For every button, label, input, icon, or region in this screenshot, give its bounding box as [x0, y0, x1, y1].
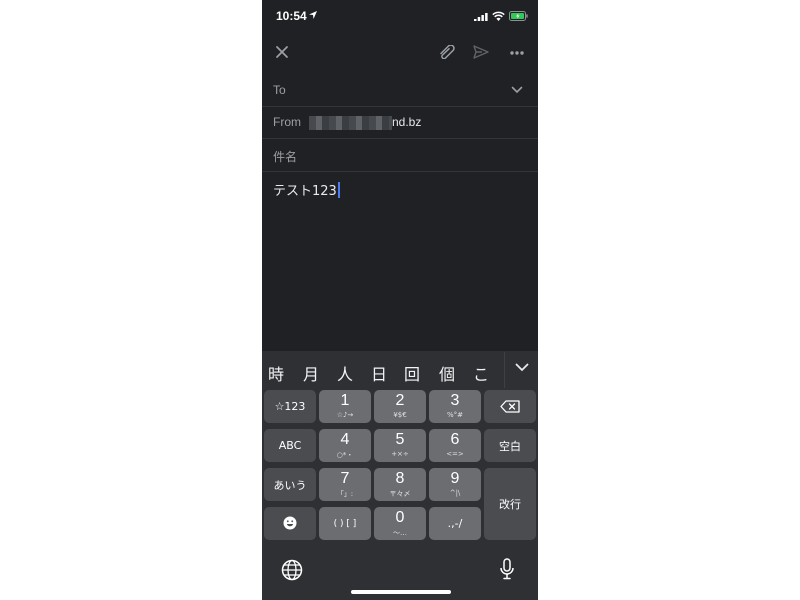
subject-field[interactable]: 件名 — [262, 139, 538, 172]
text-caret — [337, 182, 340, 198]
key-sub-chars: 〜… — [393, 529, 407, 537]
key-main-char: 2 — [395, 392, 405, 409]
phone-screen: 10:54 To From nd.bz 件名 テスト123 時 月 人 日 回 … — [262, 0, 538, 600]
kana-mode-key[interactable]: あいう — [264, 468, 316, 501]
key-main-char: 9 — [450, 470, 460, 487]
status-time: 10:54 — [276, 9, 307, 23]
key-label: あいう — [273, 478, 307, 492]
cellular-signal-icon — [474, 13, 488, 21]
close-icon[interactable] — [274, 44, 290, 60]
candidate-word[interactable]: こ — [473, 361, 489, 385]
candidate-word[interactable]: 回 — [404, 361, 420, 385]
key-label: ☆123 — [274, 400, 306, 413]
space-key[interactable]: 空白 — [484, 429, 536, 462]
kanji-candidate-bar: 時 月 人 日 回 個 こ — [262, 351, 538, 389]
more-options-icon[interactable] — [509, 50, 525, 56]
wifi-icon — [492, 11, 505, 21]
key-main-char: 7 — [340, 470, 350, 487]
key-sub-chars: ^|\ — [449, 489, 461, 497]
key-sub-chars: ☆♪→ — [336, 411, 354, 419]
candidate-word[interactable]: 月 — [303, 361, 319, 385]
key-label: 改行 — [499, 498, 521, 511]
key-sub-chars: ○*・ — [336, 451, 354, 459]
brackets-key[interactable]: ( ) [ ] — [319, 507, 371, 540]
candidate-word[interactable]: 個 — [439, 361, 455, 385]
japanese-keyboard: ☆123 1 ☆♪→ 2 ¥$€ 3 %°# ABC 4 ○*・ 5 +×÷ 6… — [262, 389, 538, 600]
key-2[interactable]: 2 ¥$€ — [374, 390, 426, 423]
key-label: ( ) [ ] — [333, 518, 357, 529]
key-7[interactable]: 7 「」: — [319, 468, 371, 501]
key-label: 空白 — [499, 439, 521, 453]
microphone-icon[interactable] — [500, 558, 514, 580]
expand-candidates-chevron-icon[interactable] — [515, 363, 529, 372]
punctuation-key[interactable]: .,-/ — [429, 507, 481, 540]
chevron-down-icon[interactable] — [511, 86, 523, 94]
emoji-smiley-icon — [283, 516, 297, 530]
location-arrow-icon — [309, 11, 317, 19]
from-email-suffix: nd.bz — [392, 115, 422, 129]
key-6[interactable]: 6 <=> — [429, 429, 481, 462]
symbols-mode-key[interactable]: ☆123 — [264, 390, 316, 423]
key-8[interactable]: 8 〒々〆 — [374, 468, 426, 501]
key-label: ABC — [278, 439, 302, 452]
to-field[interactable]: To — [262, 74, 538, 107]
send-icon[interactable] — [473, 45, 489, 59]
key-label: .,-/ — [447, 517, 463, 530]
message-body[interactable]: テスト123 — [273, 180, 340, 199]
key-main-char: 6 — [450, 431, 460, 448]
key-main-char: 4 — [340, 431, 350, 448]
emoji-key[interactable] — [264, 507, 316, 540]
candidate-word[interactable]: 時 — [268, 361, 284, 385]
from-field[interactable]: From nd.bz — [262, 106, 538, 139]
backspace-key[interactable] — [484, 390, 536, 423]
globe-icon[interactable] — [281, 559, 303, 581]
key-main-char: 1 — [340, 392, 350, 409]
key-main-char: 0 — [395, 509, 405, 526]
key-sub-chars: +×÷ — [391, 450, 409, 458]
key-9[interactable]: 9 ^|\ — [429, 468, 481, 501]
key-0[interactable]: 0 〜… — [374, 507, 426, 540]
key-main-char: 8 — [395, 470, 405, 487]
key-sub-chars: 「」: — [336, 490, 354, 498]
message-body-text: テスト123 — [273, 184, 337, 199]
key-sub-chars: ¥$€ — [393, 411, 407, 419]
battery-charging-icon — [509, 11, 528, 21]
candidate-word[interactable]: 日 — [371, 361, 387, 385]
candidate-word[interactable]: 人 — [337, 361, 353, 385]
status-bar: 10:54 — [262, 0, 538, 34]
backspace-icon — [500, 400, 520, 413]
key-3[interactable]: 3 %°# — [429, 390, 481, 423]
redacted-email-blur — [309, 116, 392, 130]
attachment-paperclip-icon[interactable] — [438, 45, 456, 59]
to-label: To — [273, 83, 286, 97]
return-key[interactable]: 改行 — [484, 468, 536, 540]
key-sub-chars: <=> — [446, 450, 464, 458]
key-4[interactable]: 4 ○*・ — [319, 429, 371, 462]
key-5[interactable]: 5 +×÷ — [374, 429, 426, 462]
key-1[interactable]: 1 ☆♪→ — [319, 390, 371, 423]
key-sub-chars: %°# — [446, 411, 464, 419]
key-main-char: 3 — [450, 392, 460, 409]
subject-placeholder: 件名 — [273, 150, 298, 164]
from-label: From — [273, 115, 301, 129]
key-sub-chars: 〒々〆 — [389, 490, 411, 498]
home-indicator[interactable] — [351, 590, 451, 594]
abc-mode-key[interactable]: ABC — [264, 429, 316, 462]
key-main-char: 5 — [395, 431, 405, 448]
candidate-divider — [504, 352, 505, 388]
